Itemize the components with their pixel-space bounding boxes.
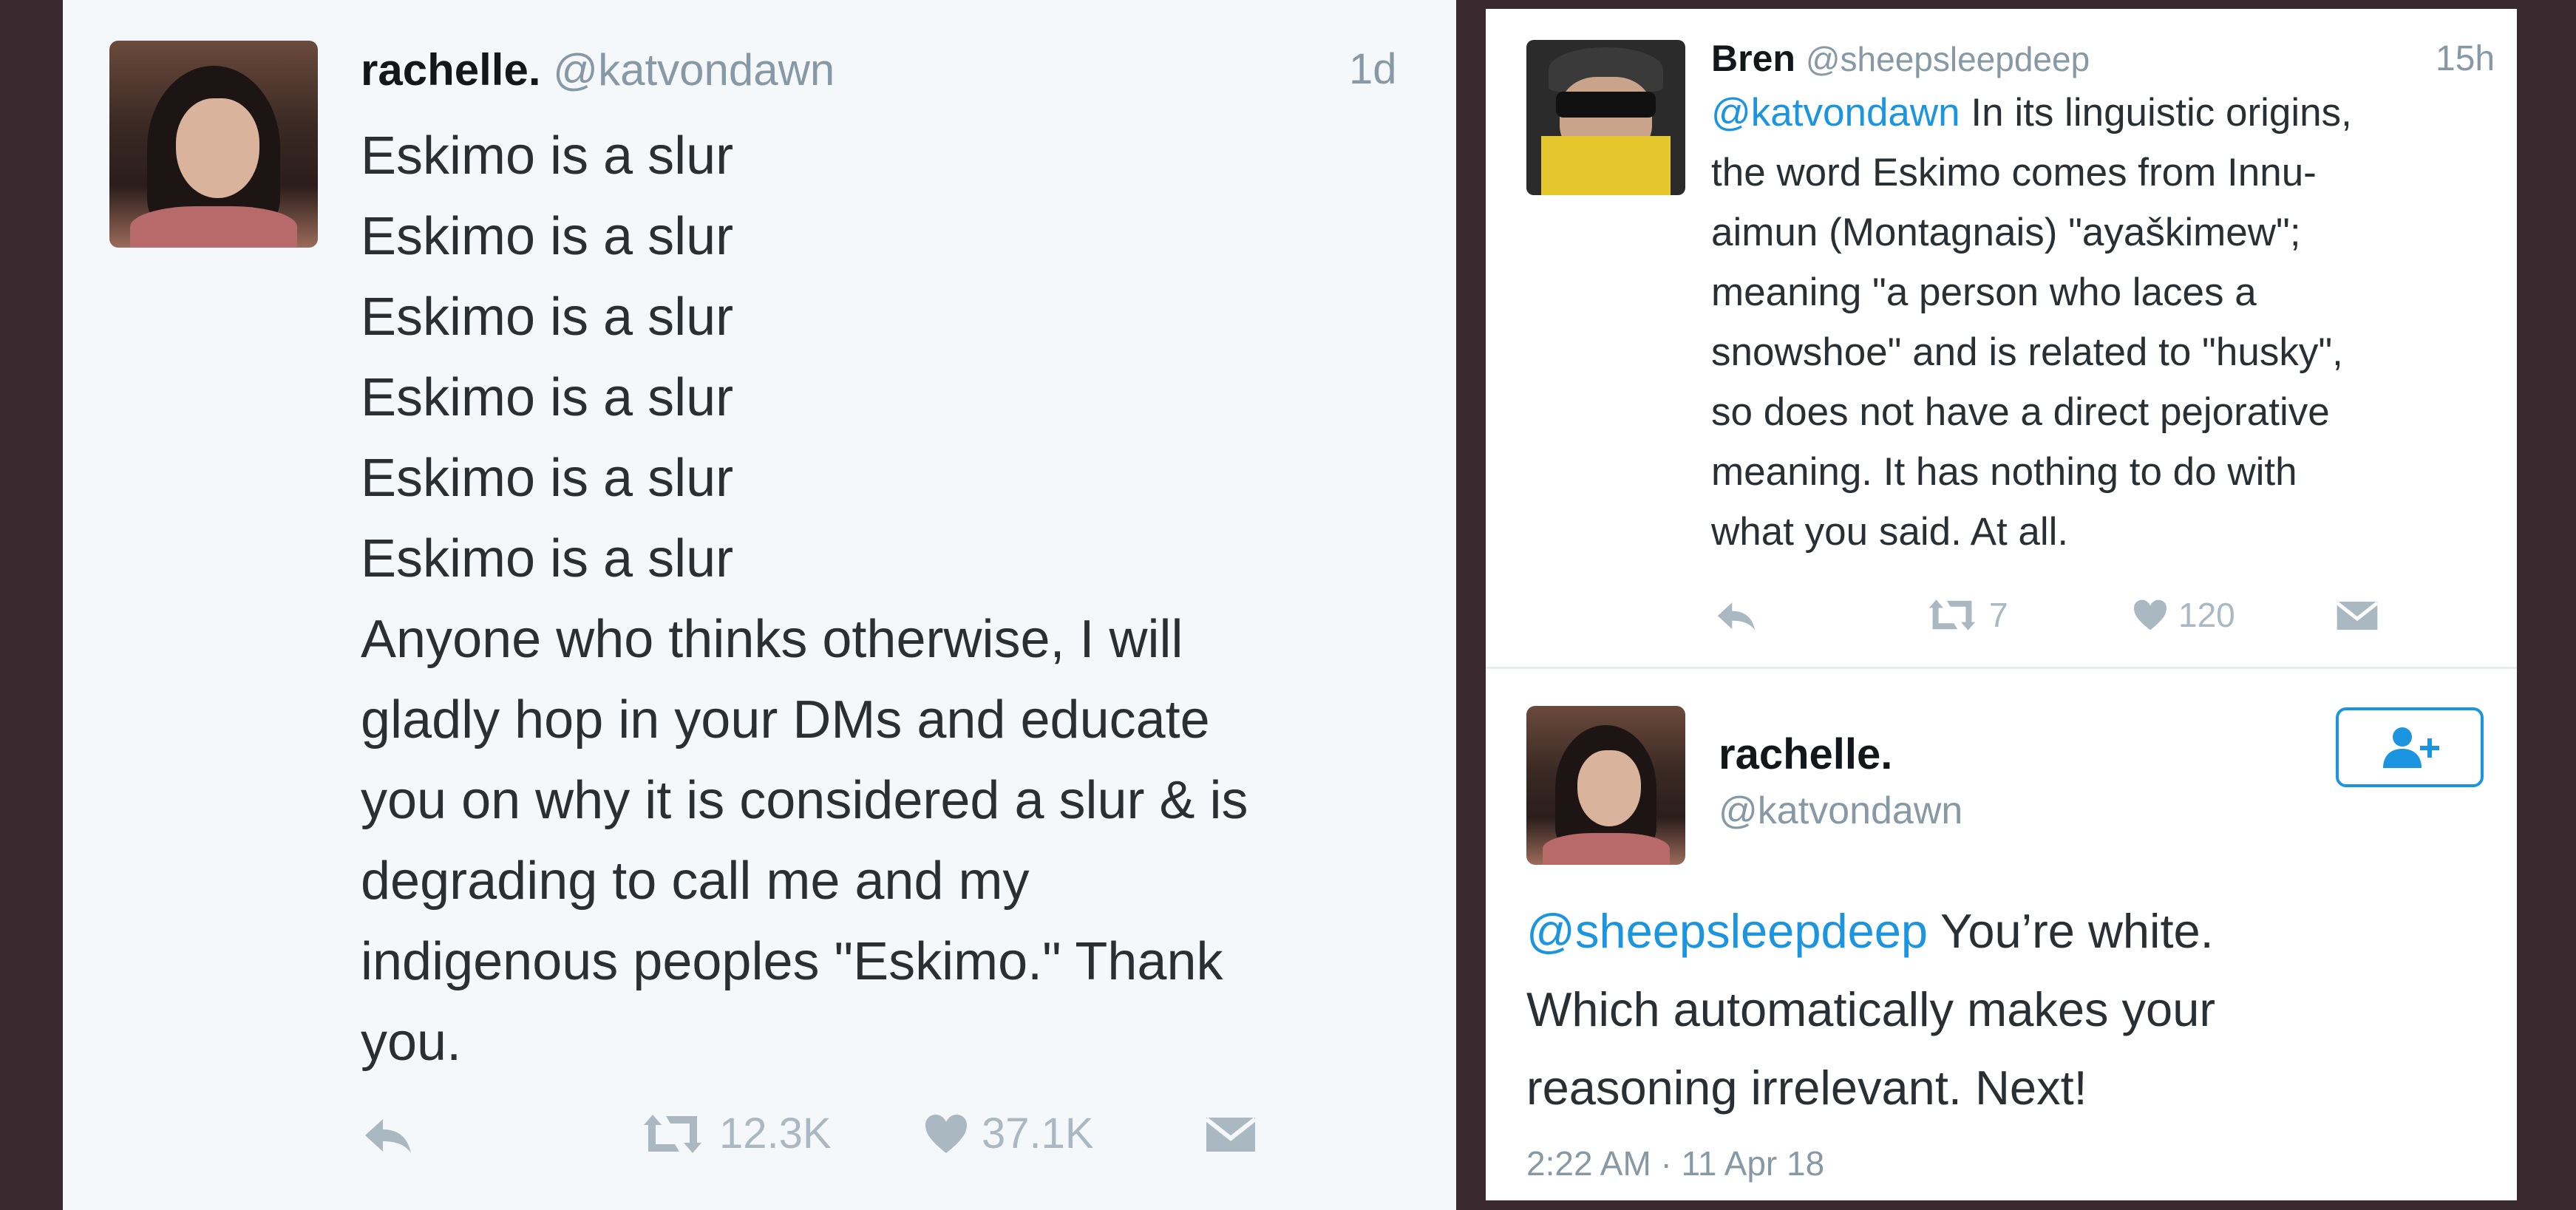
retweet-icon <box>1928 599 1976 631</box>
username[interactable]: @katvondawn <box>1719 789 1962 833</box>
like-button[interactable]: 37.1K <box>924 1109 1094 1158</box>
dm-button[interactable] <box>1205 1116 1257 1153</box>
reply-button[interactable] <box>1715 600 1758 633</box>
reply-text-line: the word Eskimo comes from Innu- <box>1711 151 2317 194</box>
display-name[interactable]: rachelle. <box>361 45 541 95</box>
dm-button[interactable] <box>2336 600 2379 631</box>
mention-link[interactable]: @katvondawn <box>1711 91 1960 135</box>
tweet-text-line: Which automatically makes your <box>1526 982 2215 1036</box>
like-count: 120 <box>2178 596 2235 634</box>
add-user-icon <box>2383 727 2439 768</box>
mention-link[interactable]: @sheepsleepdeep <box>1526 904 1928 958</box>
tweet-text-line: Anyone who thinks otherwise, I will <box>361 610 1183 669</box>
divider <box>1486 667 2517 669</box>
tweet-text: @sheepsleepdeep You’re white. Which auto… <box>1526 892 2215 1127</box>
like-button[interactable]: 120 <box>2132 595 2235 635</box>
heart-icon <box>925 1114 967 1153</box>
dm-icon <box>1205 1117 1257 1152</box>
left-tweet-card: rachelle. @katvondawn 1d Eskimo is a slu… <box>63 0 1456 1210</box>
tweet-text-line: Eskimo is a slur <box>361 449 734 508</box>
follow-button[interactable] <box>2336 707 2484 787</box>
reply-text-line: meaning. It has nothing to do with <box>1711 450 2297 494</box>
tweet-text: Eskimo is a slur Eskimo is a slur Eskimo i… <box>361 116 1248 1083</box>
reply-time[interactable]: 15h <box>2436 38 2495 79</box>
tweet-text-line: Eskimo is a slur <box>361 126 734 186</box>
tweet-text-line: reasoning irrelevant. Next! <box>1526 1061 2087 1115</box>
tweet-text-line: Eskimo is a slur <box>361 529 734 588</box>
reply-text-line: aimun (Montagnais) "ayaškimew"; <box>1711 211 2301 254</box>
tweet-text-line: gladly hop in your DMs and educate <box>361 690 1210 750</box>
like-count: 37.1K <box>982 1109 1094 1158</box>
tweet-time[interactable]: 1d <box>1349 44 1397 94</box>
username[interactable]: @sheepsleepdeep <box>1806 40 2090 78</box>
retweet-button[interactable]: 12.3K <box>639 1109 832 1158</box>
retweet-icon <box>644 1114 701 1153</box>
reply-icon <box>1717 602 1756 631</box>
tweet-timestamp[interactable]: 2:22 AM · 11 Apr 18 <box>1526 1143 1824 1183</box>
tweet-text-line: you. <box>361 1013 462 1072</box>
reply-text-line: snowshoe" and is related to "husky", <box>1711 330 2343 374</box>
tweet-text-line: you on why it is considered a slur & is <box>361 771 1248 830</box>
reply-text-line: In its linguistic origins, <box>1960 91 2352 135</box>
username[interactable]: @katvondawn <box>553 45 835 95</box>
reply-text: @katvondawn In its linguistic origins, t… <box>1711 83 2352 562</box>
right-thread-card: Bren @sheepsleepdeep 15h @katvondawn In … <box>1486 9 2517 1200</box>
tweet-text-line: Eskimo is a slur <box>361 207 734 266</box>
avatar[interactable] <box>1526 40 1685 195</box>
dm-icon <box>2336 601 2379 631</box>
tweet-text-line: You’re white. <box>1928 904 2214 958</box>
avatar[interactable] <box>109 41 318 248</box>
retweet-count: 12.3K <box>719 1109 832 1158</box>
reply-header: Bren @sheepsleepdeep <box>1711 35 2090 83</box>
tweet-header: rachelle. @katvondawn <box>361 41 835 100</box>
reply-icon <box>365 1119 411 1153</box>
avatar[interactable] <box>1526 706 1685 865</box>
tweet-text-line: Eskimo is a slur <box>361 288 734 347</box>
heart-icon <box>2134 599 2167 631</box>
reply-button[interactable] <box>362 1116 414 1156</box>
reply-text-line: what you said. At all. <box>1711 510 2069 554</box>
reply-text-line: meaning "a person who laces a <box>1711 271 2257 314</box>
display-name[interactable]: Bren <box>1711 38 1795 79</box>
display-name[interactable]: rachelle. <box>1719 730 1892 779</box>
tweet-text-line: indigenous peoples "Eskimo." Thank <box>361 932 1223 991</box>
retweet-count: 7 <box>1989 596 2008 634</box>
reply-text-line: so does not have a direct pejorative <box>1711 390 2330 434</box>
retweet-button[interactable]: 7 <box>1926 595 2008 635</box>
tweet-text-line: Eskimo is a slur <box>361 368 734 427</box>
tweet-text-line: degrading to call me and my <box>361 852 1030 911</box>
